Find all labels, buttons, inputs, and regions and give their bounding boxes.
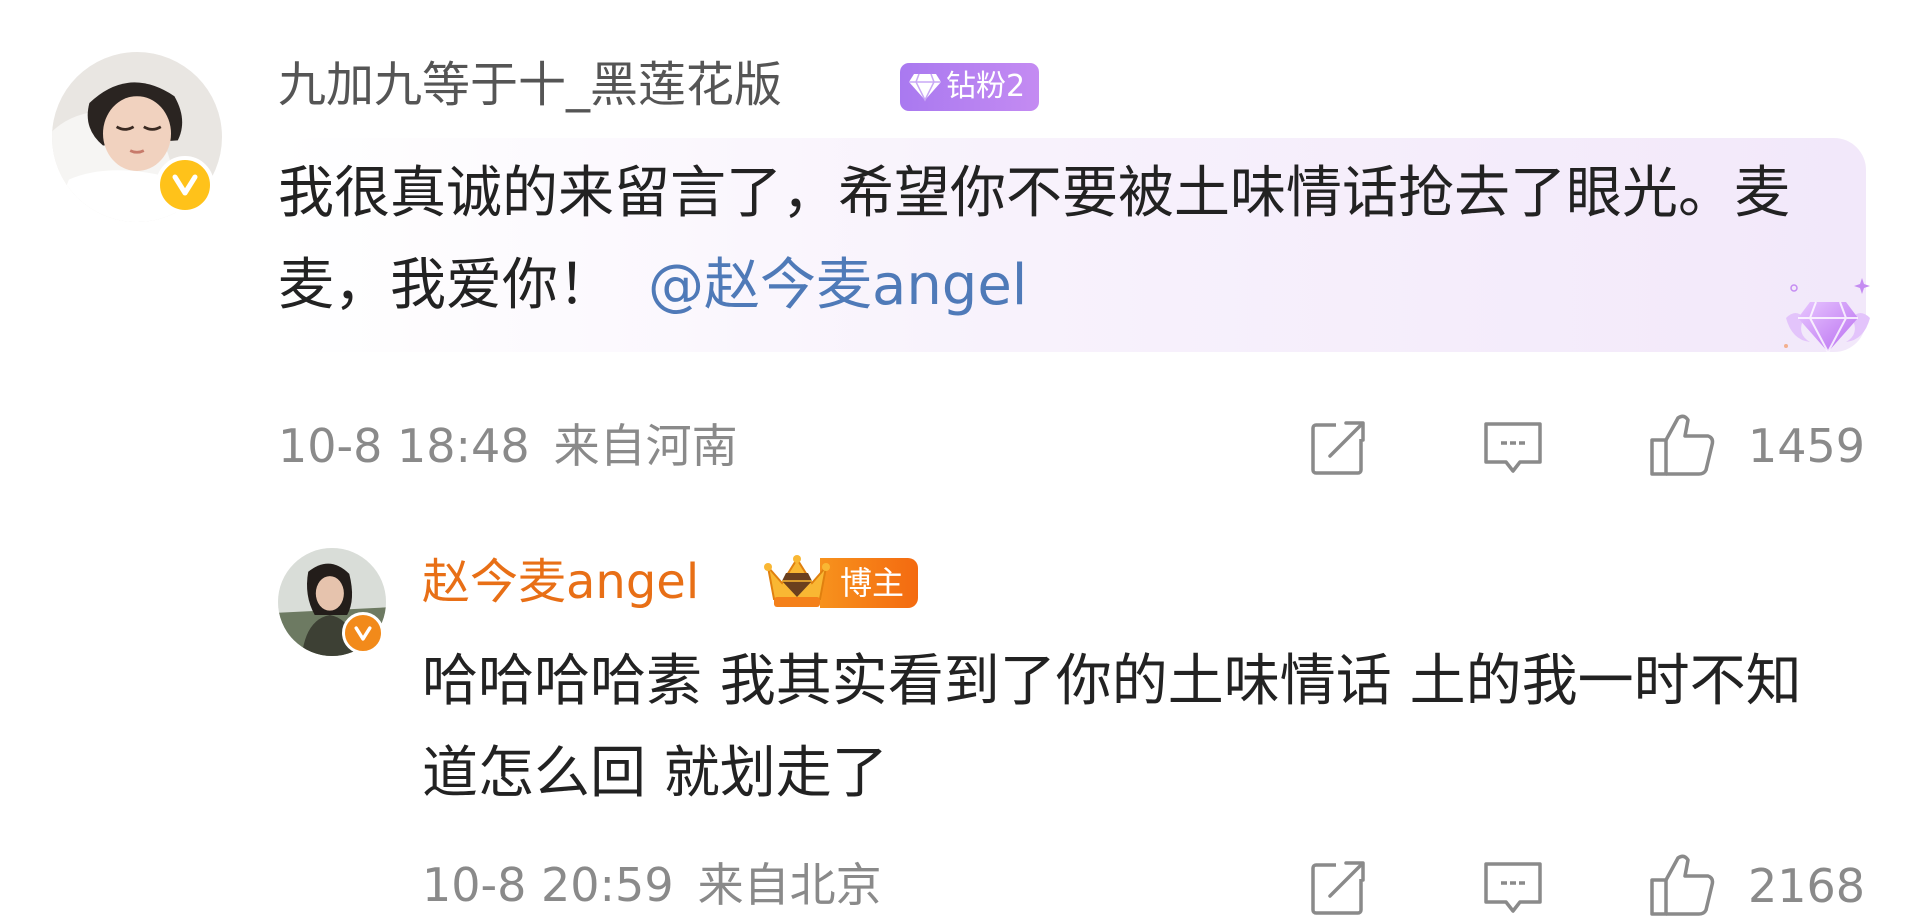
comment-date: 10-8 20:59 — [422, 858, 674, 912]
comment-meta: 10-8 18:48 来自河南 — [278, 418, 738, 474]
like-icon[interactable] — [1648, 850, 1718, 920]
comment-thread: 九加九等于十_黑莲花版 钻粉2 我很真诚的来留言了，希望你不要被土味情话抢去了眼… — [0, 0, 1919, 922]
fan-badge-label: 钻粉2 — [946, 69, 1026, 104]
share-icon[interactable] — [1308, 856, 1370, 918]
avatar[interactable] — [278, 548, 386, 656]
comment-icon[interactable] — [1482, 416, 1544, 478]
verified-icon — [156, 156, 214, 214]
avatar[interactable] — [52, 52, 222, 222]
blogger-badge-label: 博主 — [820, 558, 919, 608]
comment-body: 我很真诚的来留言了，希望你不要被土味情话抢去了眼光。麦麦，我爱你！ — [278, 161, 1790, 318]
comment-text: 我很真诚的来留言了，希望你不要被土味情话抢去了眼光。麦麦，我爱你！ @赵今麦ang… — [278, 148, 1838, 332]
comment-icon[interactable] — [1482, 856, 1544, 918]
diamond-icon — [909, 73, 941, 102]
verified-icon — [342, 612, 384, 654]
crown-icon — [762, 553, 832, 613]
diamond-fan-decoration-icon — [1780, 268, 1876, 364]
comment-text: 哈哈哈哈素 我其实看到了你的土味情话 土的我一时不知道怎么回 就划走了 — [422, 649, 1802, 806]
fan-level-badge[interactable]: 钻粉2 — [900, 63, 1040, 111]
like-count: 2168 — [1748, 859, 1866, 913]
share-icon[interactable] — [1308, 416, 1370, 478]
comment-meta: 10-8 20:59 来自北京 — [422, 857, 882, 913]
blogger-badge: 博主 — [762, 555, 919, 609]
comment-date: 10-8 18:48 — [278, 419, 530, 473]
mention-link[interactable]: @赵今麦angel — [648, 253, 1027, 318]
comment-location: 来自河南 — [553, 419, 738, 473]
like-count: 1459 — [1748, 419, 1866, 473]
username[interactable]: 赵今麦angel — [422, 552, 699, 612]
username[interactable]: 九加九等于十_黑莲花版 — [278, 55, 782, 115]
comment-location: 来自北京 — [697, 858, 882, 912]
like-icon[interactable] — [1648, 410, 1718, 480]
